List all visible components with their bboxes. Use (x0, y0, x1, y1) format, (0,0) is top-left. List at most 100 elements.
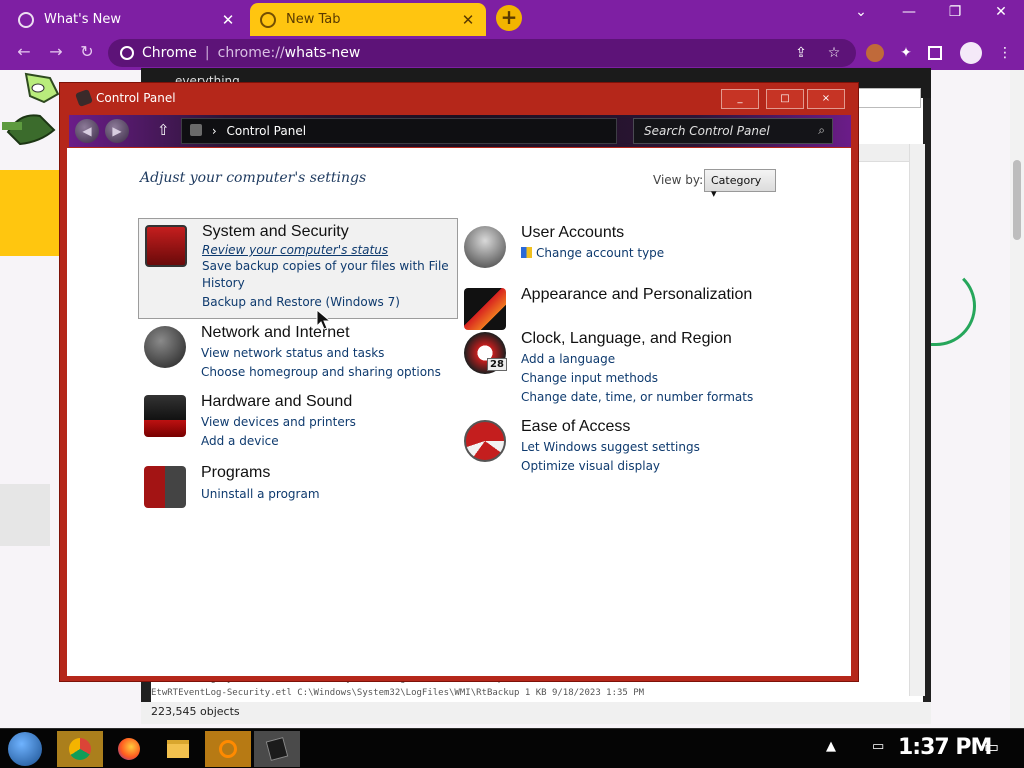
window-title: Control Panel (96, 91, 176, 105)
file-explorer-icon (167, 740, 189, 758)
tab-search-icon[interactable]: ⌄ (846, 4, 876, 20)
category-title[interactable]: Clock, Language, and Region (521, 330, 732, 348)
firefox-icon (118, 738, 140, 760)
decorative-card (0, 484, 50, 546)
ease-of-access-icon (464, 420, 506, 462)
link-backup-restore[interactable]: Backup and Restore (Windows 7) (202, 294, 400, 311)
everything-scrollbar[interactable] (909, 144, 925, 696)
notification-icon[interactable]: ▭ (984, 737, 999, 756)
scroll-thumb[interactable] (1013, 160, 1021, 240)
category-title[interactable]: System and Security (202, 223, 349, 241)
back-button[interactable]: ← (12, 42, 36, 61)
link-homegroup[interactable]: Choose homegroup and sharing options (201, 364, 441, 381)
minimize-button[interactable]: _ (721, 89, 759, 109)
breadcrumb-chevron-icon[interactable]: › (212, 124, 217, 138)
link-review-status[interactable]: Review your computer's status (202, 242, 388, 259)
page-scrollbar[interactable] (1010, 70, 1024, 728)
category-title[interactable]: Ease of Access (521, 418, 630, 436)
up-arrow-icon[interactable]: ⇧ (157, 121, 170, 139)
clock[interactable]: 1:37 PM (898, 735, 992, 760)
new-tab-button[interactable]: + (496, 5, 522, 31)
link-uninstall-program[interactable]: Uninstall a program (201, 486, 320, 503)
tab-close-icon[interactable]: ✕ (460, 11, 476, 29)
calendar-day: 28 (487, 358, 507, 371)
taskbar-control-panel[interactable] (254, 731, 300, 767)
menu-icon[interactable]: ⋮ (996, 44, 1014, 62)
restore-button[interactable]: ❐ (940, 4, 970, 20)
network-globe-icon (144, 326, 186, 368)
link-suggest-settings[interactable]: Let Windows suggest settings (521, 439, 700, 456)
category-title[interactable]: Appearance and Personalization (521, 286, 752, 304)
tray-overflow-icon[interactable]: ▲ (826, 739, 836, 754)
tab-new-tab[interactable]: New Tab ✕ (250, 3, 486, 36)
control-panel-small-icon (190, 124, 202, 136)
puzzle-icon[interactable]: ✦ (897, 44, 915, 62)
reload-button[interactable]: ↻ (75, 42, 99, 61)
tab-close-icon[interactable]: ✕ (220, 11, 236, 29)
site-info-icon[interactable] (120, 46, 134, 60)
minimize-button[interactable]: — (894, 4, 924, 20)
tab-label: What's New (44, 12, 121, 27)
network-icon[interactable]: ▭ (872, 739, 884, 754)
site-label: Chrome (142, 45, 197, 61)
result-row[interactable]: EtwRTEventLog-Security.etl C:\Windows\Sy… (151, 688, 911, 702)
users-icon (464, 226, 506, 268)
category-programs[interactable]: Programs Uninstall a program (138, 460, 458, 510)
share-icon[interactable]: ⇪ (792, 44, 810, 62)
taskbar-file-explorer[interactable] (155, 731, 201, 767)
taskbar: ▲ ▭ 1:37 PM ▭ (0, 728, 1024, 768)
link-add-device[interactable]: Add a device (201, 433, 279, 450)
firewall-icon (145, 225, 187, 267)
close-button[interactable]: ✕ (986, 4, 1016, 20)
category-appearance[interactable]: Appearance and Personalization (458, 282, 788, 330)
status-bar: 223,545 objects (141, 702, 931, 724)
peridot-sticker-icon (2, 72, 60, 146)
category-clock-language-region[interactable]: 28 Clock, Language, and Region Add a lan… (458, 326, 798, 410)
category-user-accounts[interactable]: User Accounts Change account type (458, 220, 788, 270)
link-add-language[interactable]: Add a language (521, 351, 615, 368)
close-button[interactable]: × (807, 89, 845, 109)
breadcrumb-label[interactable]: Control Panel (226, 124, 306, 138)
link-change-account-type[interactable]: Change account type (521, 245, 664, 262)
category-title[interactable]: Programs (201, 464, 270, 482)
forward-button[interactable]: → (44, 42, 68, 61)
search-input[interactable]: Search Control Panel ⌕ (633, 118, 833, 144)
taskbar-firefox[interactable] (106, 731, 152, 767)
link-label[interactable]: Change account type (536, 246, 664, 260)
category-network-and-internet[interactable]: Network and Internet View network status… (138, 320, 458, 384)
category-title[interactable]: Hardware and Sound (201, 393, 352, 411)
programs-disc-icon (144, 466, 186, 508)
link-date-formats[interactable]: Change date, time, or number formats (521, 389, 753, 406)
link-network-status[interactable]: View network status and tasks (201, 345, 384, 362)
tab-whats-new[interactable]: What's New ✕ (8, 3, 246, 36)
title-bar[interactable]: Control Panel _ □ × (60, 83, 858, 113)
breadcrumb[interactable]: › Control Panel (181, 118, 617, 144)
category-hardware-and-sound[interactable]: Hardware and Sound View devices and prin… (138, 389, 458, 453)
sidepanel-icon[interactable] (928, 46, 942, 60)
category-title[interactable]: User Accounts (521, 224, 624, 242)
everything-search-icon (219, 740, 237, 758)
taskbar-everything[interactable] (205, 731, 251, 767)
url-host: whats-new (284, 45, 361, 61)
start-button[interactable] (8, 732, 42, 766)
category-ease-of-access[interactable]: Ease of Access Let Windows suggest setti… (458, 414, 788, 478)
profile-icon[interactable] (960, 42, 982, 64)
link-file-history[interactable]: Save backup copies of your files with Fi… (202, 258, 452, 292)
view-by-label: View by: (653, 173, 704, 187)
view-by-dropdown[interactable]: Category ▾ (704, 169, 776, 200)
search-icon[interactable]: ⌕ (818, 123, 825, 138)
extension-avatar-icon[interactable] (866, 44, 884, 62)
control-panel-window: Control Panel _ □ × ◀ ▶ ⇧ › Control Pane… (59, 82, 859, 682)
taskbar-chrome[interactable] (57, 731, 103, 767)
forward-icon[interactable]: ▶ (105, 119, 129, 143)
link-optimize-display[interactable]: Optimize visual display (521, 458, 660, 475)
decorative-shape (0, 170, 65, 256)
link-devices-printers[interactable]: View devices and printers (201, 414, 356, 431)
address-toolbar: ◀ ▶ ⇧ › Control Panel Search Control Pan… (69, 115, 851, 147)
address-bar[interactable]: Chrome | chrome:// whats-new (108, 39, 856, 67)
maximize-button[interactable]: □ (766, 89, 804, 109)
star-icon[interactable]: ☆ (825, 44, 843, 62)
link-input-methods[interactable]: Change input methods (521, 370, 658, 387)
category-system-and-security[interactable]: System and Security Review your computer… (138, 218, 458, 319)
back-icon[interactable]: ◀ (75, 119, 99, 143)
